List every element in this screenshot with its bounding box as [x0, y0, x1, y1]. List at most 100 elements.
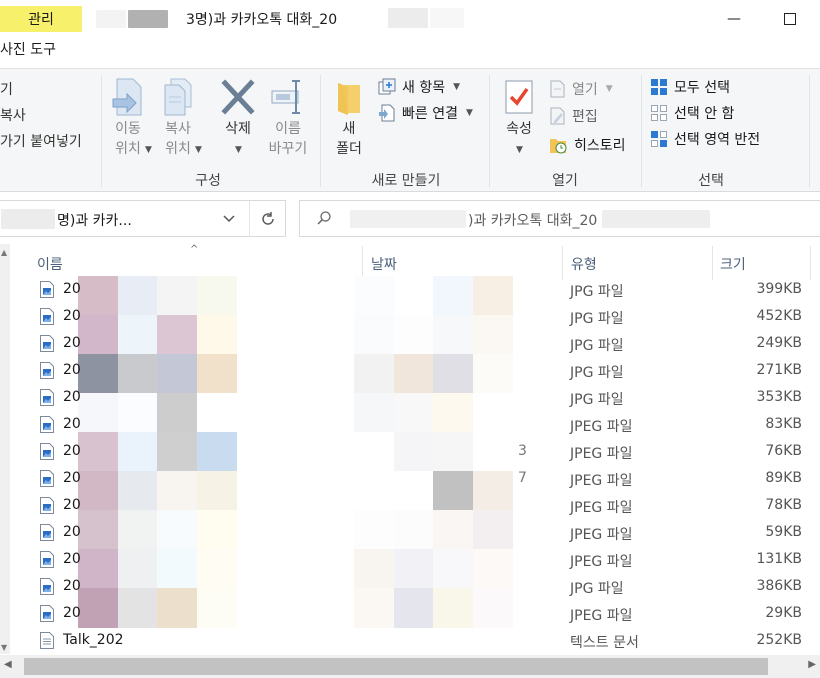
sort-ascending-arrow-icon: ^ — [190, 244, 199, 255]
copy-to-button[interactable]: 복사 위치 — [156, 77, 200, 159]
file-type: JPEG 파일 — [570, 500, 633, 516]
history-label: 히스토리 — [574, 138, 626, 154]
move-to-button[interactable]: 이동 위치 — [106, 77, 150, 159]
column-header-type[interactable]: 유형 — [571, 254, 597, 274]
vertical-scrollbar[interactable]: ▲ ▼ — [0, 244, 10, 654]
file-row[interactable]: 20 JPEG 파일 59KB — [10, 519, 820, 546]
properties-label: 속성 — [506, 121, 532, 137]
new-group-label: 새로 만들기 — [371, 173, 441, 189]
scroll-right-arrow[interactable]: ▶ — [808, 659, 816, 670]
invert-selection-button[interactable]: 선택 영역 반전 — [650, 129, 760, 149]
column-header-name[interactable]: 이름 — [37, 254, 63, 274]
file-row[interactable]: 20 7 JPEG 파일 89KB — [10, 465, 820, 492]
file-row[interactable]: 20 JPEG 파일 131KB — [10, 546, 820, 573]
copy-path-fragment[interactable]: 복사 — [0, 105, 26, 125]
file-row[interactable]: Talk_202 텍스트 문서 252KB — [10, 627, 820, 654]
file-size: 131KB — [756, 551, 802, 567]
edit-label: 편집 — [572, 109, 598, 125]
file-row[interactable]: 20 JPEG 파일 29KB — [10, 600, 820, 627]
scroll-up-arrow[interactable]: ▲ — [1, 248, 7, 257]
file-row[interactable]: 20 JPG 파일 353KB — [10, 384, 820, 411]
minimize-button[interactable]: — — [722, 8, 746, 30]
edit-button[interactable]: 편집 — [548, 106, 598, 126]
file-row[interactable]: 20 JPG 파일 271KB — [10, 357, 820, 384]
file-size: 76KB — [765, 443, 802, 459]
file-name: 20 — [63, 497, 81, 513]
file-row[interactable]: 20 JPEG 파일 83KB — [10, 411, 820, 438]
easy-access-button[interactable]: 빠른 연결 ▼ — [378, 103, 473, 123]
file-name: Talk_202 — [63, 632, 124, 648]
maximize-icon — [784, 13, 796, 25]
maximize-button[interactable] — [778, 8, 802, 30]
address-bar[interactable]: 명)과 카카... — [0, 200, 286, 237]
file-name: 20 — [63, 389, 81, 405]
easy-access-caret: ▼ — [465, 108, 473, 118]
horizontal-scroll-thumb[interactable] — [24, 658, 768, 675]
file-type: JPG 파일 — [570, 338, 624, 354]
manage-context-tab[interactable]: 관리 — [0, 6, 82, 32]
rename-button[interactable]: 이름 바꾸기 — [262, 77, 314, 159]
new-folder-button[interactable]: 새 폴더 — [328, 77, 370, 159]
file-size: 89KB — [765, 470, 802, 486]
date-fragment: 3 — [518, 443, 527, 459]
column-header-date[interactable]: 날짜 — [371, 254, 397, 274]
image-file-icon — [40, 281, 54, 298]
file-row[interactable]: 20 JPG 파일 399KB — [10, 276, 820, 303]
ribbon-separator — [641, 75, 642, 187]
ribbon-tab-row: 사진 도구 — [0, 32, 820, 68]
history-button[interactable]: 히스토리 — [548, 135, 626, 155]
edit-icon — [550, 107, 565, 125]
scroll-left-arrow[interactable]: ◀ — [4, 659, 12, 670]
image-file-icon — [40, 389, 54, 406]
copy-to-caret[interactable]: ▼ — [195, 145, 202, 155]
ribbon-clipboard-fragment[interactable]: 기 — [0, 79, 13, 99]
image-file-icon — [40, 578, 54, 595]
column-header-size[interactable]: 크기 — [720, 254, 746, 274]
horizontal-scrollbar[interactable]: ◀ ▶ — [0, 655, 820, 678]
select-all-label: 모두 선택 — [674, 80, 730, 96]
easy-access-label: 빠른 연결 — [402, 106, 458, 122]
address-dropdown-chevron[interactable] — [217, 207, 241, 231]
file-row[interactable]: 20 JPG 파일 452KB — [10, 303, 820, 330]
file-name: 20 — [63, 470, 81, 486]
refresh-button[interactable] — [249, 201, 285, 236]
file-name: 20 — [63, 362, 81, 378]
image-file-icon — [40, 443, 54, 460]
search-box[interactable]: )과 카카오톡 대화_20 8 검색 — [299, 200, 820, 237]
ribbon-separator — [489, 75, 490, 187]
file-size: 78KB — [765, 497, 802, 513]
file-row[interactable]: 20 JPEG 파일 78KB — [10, 492, 820, 519]
select-all-icon — [651, 79, 667, 95]
column-divider[interactable] — [712, 246, 713, 280]
file-type: JPEG 파일 — [570, 527, 633, 543]
move-to-label: 이동 위치 — [115, 121, 141, 157]
new-item-caret: ▼ — [453, 82, 461, 92]
delete-caret[interactable]: ▼ — [235, 145, 242, 155]
file-row[interactable]: 20 JPG 파일 386KB — [10, 573, 820, 600]
new-item-label: 새 항목 — [402, 80, 446, 96]
properties-button[interactable]: 속성 — [497, 79, 541, 139]
select-none-button[interactable]: 선택 안 함 — [650, 103, 734, 123]
redacted-search-block — [602, 210, 710, 228]
file-type: JPEG 파일 — [570, 608, 633, 624]
column-divider[interactable] — [562, 246, 563, 280]
column-divider[interactable] — [362, 246, 363, 280]
text-file-icon — [40, 632, 54, 649]
scroll-down-arrow[interactable]: ▼ — [1, 643, 7, 652]
ribbon: 기 복사 가기 붙여넣기 이동 위치 ▼ 복사 위치 ▼ 삭제 ▼ 이름 바꾸기… — [0, 68, 820, 192]
open-button[interactable]: 열기 ▼ — [548, 79, 613, 99]
file-row[interactable]: 20 JPG 파일 249KB — [10, 330, 820, 357]
properties-caret[interactable]: ▼ — [516, 145, 523, 155]
new-item-button[interactable]: 새 항목 ▼ — [378, 77, 460, 97]
tab-photo-tools[interactable]: 사진 도구 — [0, 38, 82, 62]
refresh-icon — [261, 211, 274, 225]
column-divider[interactable] — [810, 246, 811, 280]
move-to-caret[interactable]: ▼ — [145, 145, 152, 155]
paste-shortcut-fragment[interactable]: 가기 붙여넣기 — [0, 131, 82, 151]
delete-button[interactable]: 삭제 — [216, 77, 260, 139]
file-row[interactable]: 20 3 JPEG 파일 76KB — [10, 438, 820, 465]
image-file-icon — [40, 416, 54, 433]
address-path[interactable]: 명)과 카카... — [57, 210, 132, 230]
select-all-button[interactable]: 모두 선택 — [650, 77, 730, 97]
properties-check-icon — [505, 80, 533, 114]
